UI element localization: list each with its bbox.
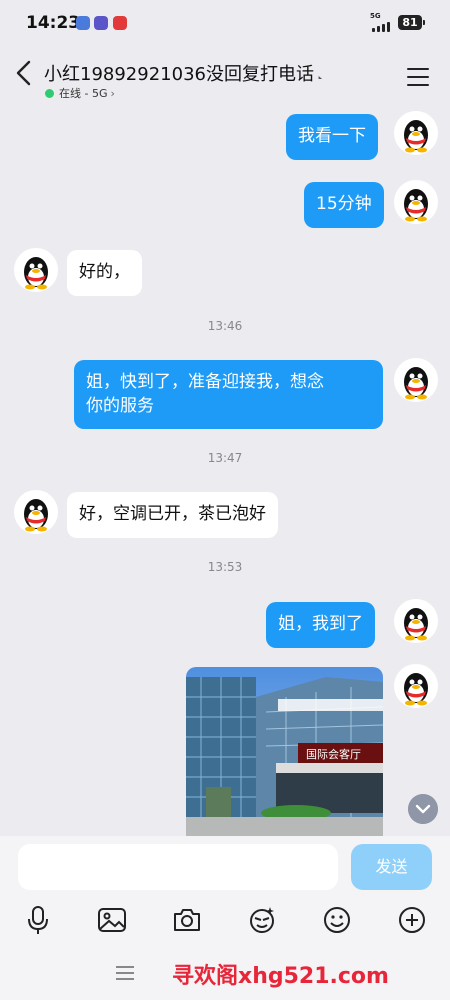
red-app-icon — [113, 16, 127, 30]
image-icon[interactable] — [96, 904, 128, 936]
online-dot-icon — [45, 88, 54, 98]
status-time: 14:23 — [26, 13, 81, 33]
watermark-text: 寻欢阁xhg521.com — [172, 964, 389, 989]
message-text: 我看一下 — [298, 126, 366, 146]
self-avatar[interactable] — [394, 358, 438, 402]
self-avatar[interactable] — [394, 599, 438, 643]
timestamp: 13:46 — [207, 319, 243, 333]
incoming-message[interactable]: 好，空调已开，茶已泡好 — [67, 492, 278, 538]
chevron-right-icon: › — [110, 86, 115, 100]
camera-icon[interactable] — [171, 904, 203, 936]
earpiece-icon: 𝅋 — [317, 67, 323, 83]
outgoing-message[interactable]: 我看一下 — [286, 114, 378, 160]
building-photo: 国际会客厅 — [186, 667, 383, 836]
timestamp: 13:53 — [207, 560, 243, 574]
system-nav-bar: 寻欢阁xhg521.com — [0, 952, 450, 1000]
chat-title[interactable]: 小红19892921036没回复打电话 𝅋 — [44, 60, 322, 86]
sign-text: 国际会客厅 — [306, 747, 361, 761]
self-avatar[interactable] — [394, 111, 438, 155]
message-text: 15分钟 — [316, 194, 372, 214]
microphone-icon[interactable] — [22, 904, 54, 936]
contact-avatar[interactable] — [14, 490, 58, 534]
message-text-line: 你的服务 — [86, 396, 154, 416]
menu-icon[interactable] — [407, 68, 429, 86]
plus-icon[interactable] — [396, 904, 428, 936]
message-input[interactable] — [18, 844, 338, 890]
composer: 发送 寻欢阁xhg521.com — [0, 836, 450, 1000]
send-button[interactable]: 发送 — [351, 844, 432, 890]
self-avatar[interactable] — [394, 664, 438, 708]
emoji-icon[interactable] — [321, 904, 353, 936]
message-text: 好，空调已开，茶已泡好 — [79, 504, 266, 524]
timestamp: 13:47 — [207, 451, 243, 465]
sticker-icon[interactable] — [246, 904, 278, 936]
battery-icon: 81 — [398, 15, 425, 30]
status-bar: 14:23 5G 81 — [0, 0, 450, 46]
signal-icon: 5G — [370, 12, 394, 32]
self-avatar[interactable] — [394, 180, 438, 224]
message-text-line: 姐，快到了，准备迎接我，想念 — [86, 372, 324, 392]
chat-title-text: 小红19892921036没回复打电话 — [44, 64, 314, 85]
outgoing-message[interactable]: 姐，快到了，准备迎接我，想念 你的服务 — [74, 360, 383, 429]
chat-header: 小红19892921036没回复打电话 𝅋 在线 - 5G › — [0, 46, 450, 106]
image-message[interactable]: 国际会客厅 — [186, 667, 383, 836]
message-text: 好的， — [79, 262, 130, 282]
network-type: 5G — [370, 12, 381, 20]
outgoing-message[interactable]: 15分钟 — [304, 182, 384, 228]
shield-app-icon — [94, 16, 108, 30]
message-list[interactable]: 我看一下 15分钟 好的， 13:46 姐，快到了，准备迎接我，想念 你的服务 … — [0, 106, 450, 836]
vivo-store-icon — [76, 16, 90, 30]
online-status-text: 在线 - 5G — [59, 87, 108, 100]
nav-menu-icon[interactable] — [116, 966, 134, 982]
contact-avatar[interactable] — [14, 248, 58, 292]
online-status[interactable]: 在线 - 5G › — [45, 85, 115, 101]
back-arrow-icon[interactable] — [12, 58, 38, 88]
outgoing-message[interactable]: 姐，我到了 — [266, 602, 375, 648]
scroll-down-icon[interactable] — [408, 794, 438, 824]
message-text: 姐，我到了 — [278, 614, 363, 634]
composer-toolbar — [0, 900, 450, 940]
incoming-message[interactable]: 好的， — [67, 250, 142, 296]
